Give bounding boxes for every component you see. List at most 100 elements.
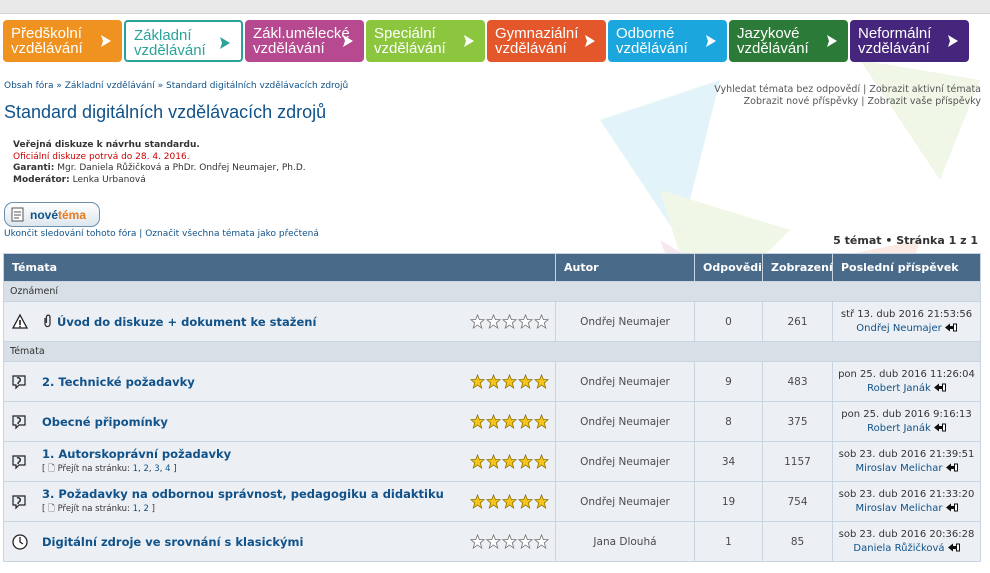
star-filled-icon [486,373,501,389]
last-post-user[interactable]: Robert Janák [867,423,931,434]
table-row: 3. Požadavky na odbornou správnost, peda… [3,481,981,522]
star-empty-icon [486,313,501,329]
tab-0[interactable]: Předškolní vzdělávání [3,20,122,62]
link-your-posts[interactable]: Zobrazit vaše příspěvky [867,96,981,107]
view-last-post-icon[interactable] [945,463,958,472]
mark-read-link[interactable]: Označit všechna témata jako přečtená [145,229,319,239]
rating-stars[interactable] [470,373,549,389]
topic-author[interactable]: Ondřej Neumajer [555,401,695,442]
tab-5[interactable]: Odborné vzdělávání [608,20,727,62]
page-link[interactable]: 2 [143,504,148,514]
view-last-post-icon[interactable] [933,383,946,392]
topics-table: Témata Autor Odpovědi Zobrazení Poslední… [3,253,981,562]
chevron-right-icon [220,37,230,49]
last-post-user[interactable]: Daniela Růžičková [853,543,944,554]
topic-title[interactable]: Obecné připomínky [42,415,168,429]
star-filled-icon [502,493,517,509]
last-post: stř 13. dub 2016 21:53:56 Ondřej Neumajer [832,301,981,342]
last-post-user[interactable]: Robert Janák [867,383,931,394]
view-last-post-icon[interactable] [944,323,957,332]
topic-author[interactable]: Ondřej Neumajer [555,441,695,482]
topic-author[interactable]: Ondřej Neumajer [555,481,695,522]
table-row: 2. Technické požadavky Ondřej Neumajer 9 48… [3,361,981,402]
rating-stars[interactable] [470,453,549,469]
page-title: Standard digitálních vzdělávacích zdrojů [4,102,327,122]
link-unanswered[interactable]: Vyhledat témata bez odpovědí [714,84,860,95]
view-last-post-icon[interactable] [947,543,960,552]
rating-stars[interactable] [470,413,549,429]
topic-title[interactable]: 3. Požadavky na odbornou správnost, peda… [42,487,444,501]
topic-replies: 8 [694,401,763,442]
topic-replies: 0 [694,301,763,342]
new-topic-label-accent: téma [58,207,87,222]
topic-replies: 1 [694,521,763,562]
last-post-date: sob 23. dub 2016 21:39:51 [838,448,975,460]
announcement-icon [11,313,29,329]
star-filled-icon [486,413,501,429]
page-link[interactable]: 1 [133,504,138,514]
unsubscribe-link[interactable]: Ukončit sledování tohoto fóra [4,229,136,239]
last-post-user[interactable]: Miroslav Melichar [855,503,942,514]
rating-stars[interactable] [470,493,549,509]
top-strip [0,0,990,14]
topic-author[interactable]: Ondřej Neumajer [555,301,695,342]
star-filled-icon [534,373,549,389]
page-link[interactable]: 4 [165,464,170,474]
page-icon: 🗋 [48,463,55,474]
star-empty-icon [486,533,501,549]
section-topics: Témata [3,341,981,362]
breadcrumb-current[interactable]: Standard digitálních vzdělávacích zdrojů [166,81,348,91]
tab-7[interactable]: Neformální vzdělávání [850,20,969,62]
header-author: Autor [555,253,695,282]
forum-links: Ukončit sledování tohoto fóra | Označit … [4,229,319,239]
tab-sublabel: vzdělávání [495,40,567,57]
rating-stars[interactable] [470,533,549,549]
view-last-post-icon[interactable] [933,423,946,432]
quick-links: Vyhledat témata bez odpovědí | Zobrazit … [714,84,981,107]
breadcrumb-forum[interactable]: Základní vzdělávání [65,81,155,91]
view-last-post-icon[interactable] [945,503,958,512]
topic-title[interactable]: Digitální zdroje ve srovnání s klasickým… [42,535,303,549]
attachment-icon [44,314,51,328]
tab-sublabel: vzdělávání [374,40,446,57]
last-post-user[interactable]: Ondřej Neumajer [856,323,941,334]
tab-6[interactable]: Jazykové vzdělávání [729,20,848,62]
rating-stars[interactable] [470,313,549,329]
topic-replies: 34 [694,441,763,482]
star-filled-icon [518,413,533,429]
topic-title[interactable]: 1. Autorskoprávní požadavky [42,447,231,461]
breadcrumb-home[interactable]: Obsah fóra [4,81,53,91]
tab-1[interactable]: Základní vzdělávání [124,20,243,62]
topic-author[interactable]: Jana Dlouhá [555,521,695,562]
link-new-posts[interactable]: Zobrazit nové příspěvky [744,96,859,107]
topic-views: 483 [762,361,833,402]
table-row: 1. Autorskoprávní požadavky[ 🗋 Přejít na… [3,441,981,482]
topic-icon [12,374,26,389]
chevron-right-icon [101,35,111,47]
header-views: Zobrazení [762,253,833,282]
section-announcements: Oznámení [3,281,981,302]
chevron-right-icon [585,35,595,47]
link-active-topics[interactable]: Zobrazit aktivní témata [869,84,981,95]
last-post: pon 25. dub 2016 11:26:04 Robert Janák [832,361,981,402]
new-topic-button[interactable]: nové téma [4,202,100,227]
topic-title[interactable]: Úvod do diskuze + dokument ke stažení [57,315,316,329]
clock-icon [12,533,28,550]
page-link[interactable]: 2 [143,464,148,474]
pagination-summary: 5 témat • Stránka 1 z 1 [833,234,978,247]
guarantors: Mgr. Daniela Růžičková a PhDr. Ondřej Ne… [57,163,306,173]
tab-2[interactable]: Zákl.umělecké vzdělávání [245,20,364,62]
tab-3[interactable]: Speciální vzdělávání [366,20,485,62]
topic-title[interactable]: 2. Technické požadavky [42,375,195,389]
page-link[interactable]: 3 [154,464,159,474]
star-filled-icon [470,413,485,429]
last-post-date: sob 23. dub 2016 21:33:20 [838,488,975,500]
topic-author[interactable]: Ondřej Neumajer [555,361,695,402]
star-filled-icon [470,453,485,469]
star-filled-icon [470,373,485,389]
info-line1: Veřejná diskuze k návrhu standardu. [13,140,200,150]
tab-4[interactable]: Gymnaziální vzdělávání [487,20,606,62]
page-link[interactable]: 1 [133,464,138,474]
tab-sublabel: vzdělávání [858,40,930,57]
last-post-user[interactable]: Miroslav Melichar [855,463,942,474]
